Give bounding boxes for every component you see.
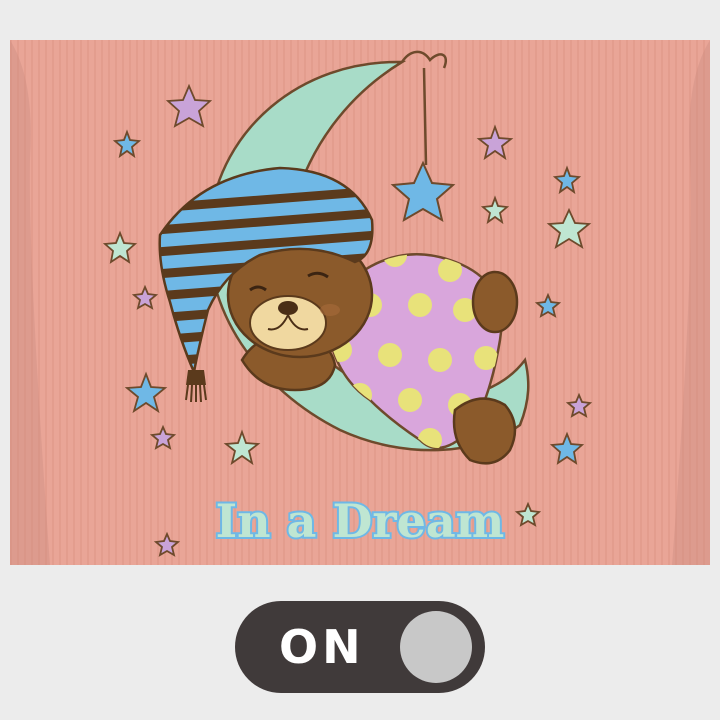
on-off-toggle[interactable]: ON — [235, 601, 485, 693]
toggle-knob — [400, 611, 472, 683]
product-image: In a Dream — [10, 40, 710, 565]
print-text: In a Dream — [216, 494, 505, 548]
toggle-label: ON — [279, 620, 365, 674]
